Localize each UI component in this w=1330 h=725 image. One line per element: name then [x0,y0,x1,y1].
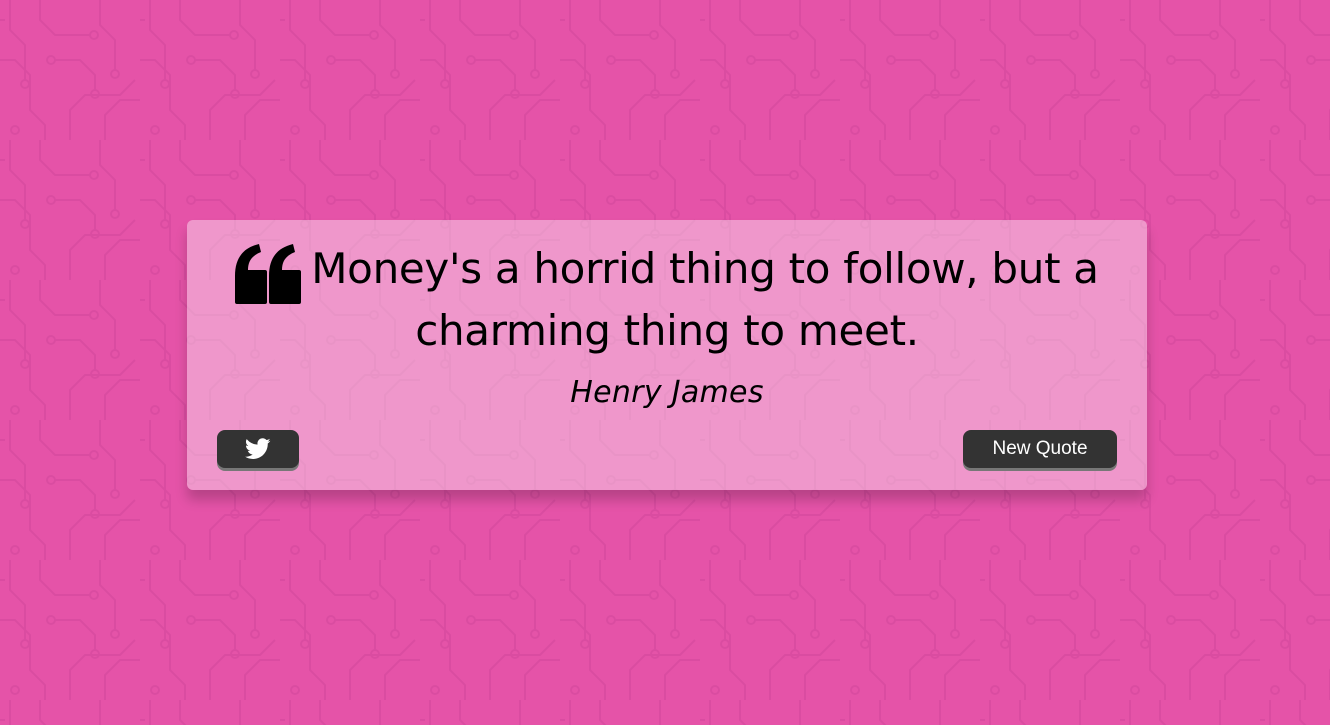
quote-card: Money's a horrid thing to follow, but a … [187,220,1147,490]
new-quote-button[interactable]: New Quote [963,430,1117,468]
quote-author: Henry James [570,375,764,410]
quote-left-icon [235,244,302,304]
quote-text-wrap: Money's a horrid thing to follow, but a … [227,242,1107,358]
tweet-button[interactable] [217,430,299,468]
quote-text-content: Money's a horrid thing to follow, but a … [311,244,1099,355]
quote-text: Money's a horrid thing to follow, but a … [235,244,1099,355]
twitter-icon [245,438,271,459]
